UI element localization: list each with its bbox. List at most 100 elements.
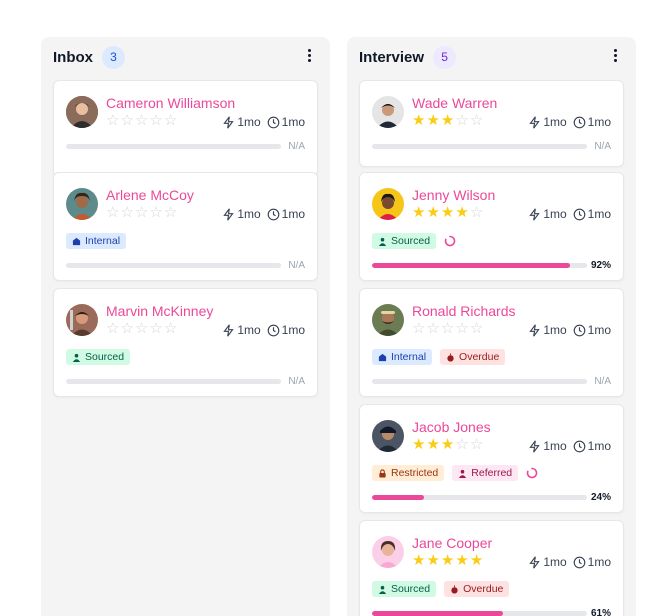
clock-icon xyxy=(573,324,586,336)
candidate-card[interactable]: Wade Warren ★★★☆☆ 1mo 1mo N/A xyxy=(359,80,624,167)
column-title: Interview xyxy=(359,48,425,66)
tag-sourced[interactable]: Sourced xyxy=(372,233,437,249)
candidate-card[interactable]: Cameron Williamson ☆☆☆☆☆ 1mo 1mo N/A xyxy=(53,80,318,177)
tag-sourced[interactable]: Sourced xyxy=(372,581,437,597)
more-options-icon[interactable] xyxy=(304,47,314,67)
avatar xyxy=(372,420,404,452)
star-rating[interactable]: ☆☆☆☆☆ xyxy=(412,321,484,337)
progress-label: N/A xyxy=(288,141,305,152)
star-icon[interactable]: ☆ xyxy=(149,204,163,221)
candidate-card[interactable]: Marvin McKinney ☆☆☆☆☆ 1mo 1mo Sourced N/… xyxy=(53,288,318,397)
star-icon[interactable]: ☆ xyxy=(135,320,149,337)
card-meta: 1mo 1mo xyxy=(222,115,305,129)
progress-fill xyxy=(372,495,424,500)
candidate-card[interactable]: Jenny Wilson ★★★★☆ 1mo 1mo Sourced 92% xyxy=(359,172,624,281)
star-icon[interactable]: ☆ xyxy=(149,320,163,337)
star-icon[interactable]: ★ xyxy=(455,552,469,569)
star-icon[interactable]: ☆ xyxy=(135,112,149,129)
candidate-card[interactable]: Arlene McCoy ☆☆☆☆☆ 1mo 1mo Internal N/A xyxy=(53,172,318,281)
person-icon xyxy=(378,585,387,594)
lock-icon xyxy=(379,468,386,478)
star-rating[interactable]: ☆☆☆☆☆ xyxy=(106,113,178,129)
card-meta: 1mo 1mo xyxy=(528,207,611,221)
column-interview: Interview 5 Wade Warren ★★★☆☆ 1mo 1mo N/… xyxy=(347,37,636,616)
star-icon[interactable]: ☆ xyxy=(455,112,469,129)
tag-restricted[interactable]: Restricted xyxy=(372,465,445,481)
more-options-icon[interactable] xyxy=(610,47,620,67)
candidate-name[interactable]: Jenny Wilson xyxy=(412,187,495,203)
clock-icon xyxy=(267,324,280,336)
candidate-name[interactable]: Cameron Williamson xyxy=(106,95,235,111)
star-icon[interactable]: ★ xyxy=(412,204,426,221)
star-icon[interactable]: ☆ xyxy=(412,320,426,337)
star-rating[interactable]: ★★★☆☆ xyxy=(412,437,484,453)
star-icon[interactable]: ☆ xyxy=(470,204,484,221)
tag-referred[interactable]: Referred xyxy=(452,465,519,481)
tag-sourced[interactable]: Sourced xyxy=(66,349,131,365)
star-icon[interactable]: ★ xyxy=(470,552,484,569)
tag-overdue[interactable]: Overdue xyxy=(440,349,506,365)
star-icon[interactable]: ★ xyxy=(455,204,469,221)
star-icon[interactable]: ☆ xyxy=(106,320,120,337)
star-icon[interactable]: ★ xyxy=(412,436,426,453)
star-icon[interactable]: ★ xyxy=(426,552,440,569)
clock-icon xyxy=(573,556,586,568)
star-icon[interactable]: ☆ xyxy=(120,320,134,337)
star-rating[interactable]: ★★★★☆ xyxy=(412,205,484,221)
star-rating[interactable]: ☆☆☆☆☆ xyxy=(106,321,178,337)
star-icon[interactable]: ★ xyxy=(426,436,440,453)
candidate-name[interactable]: Arlene McCoy xyxy=(106,187,194,203)
star-icon[interactable]: ☆ xyxy=(441,320,455,337)
star-icon[interactable]: ★ xyxy=(441,112,455,129)
star-icon[interactable]: ★ xyxy=(441,204,455,221)
candidate-name[interactable]: Jacob Jones xyxy=(412,419,491,435)
star-rating[interactable]: ★★★★★ xyxy=(412,553,484,569)
age: 1mo xyxy=(573,555,611,569)
star-icon[interactable]: ☆ xyxy=(164,320,178,337)
star-icon[interactable]: ☆ xyxy=(164,204,178,221)
star-icon[interactable]: ☆ xyxy=(106,112,120,129)
tag-internal[interactable]: Internal xyxy=(66,233,127,249)
column-title: Inbox xyxy=(53,48,93,66)
star-icon[interactable]: ☆ xyxy=(426,320,440,337)
loading-spinner-icon xyxy=(526,467,538,479)
candidate-card[interactable]: Jane Cooper ★★★★★ 1mo 1mo Sourced Overdu… xyxy=(359,520,624,616)
candidate-card[interactable]: Jacob Jones ★★★☆☆ 1mo 1mo Restricted Ref… xyxy=(359,404,624,513)
star-rating[interactable]: ☆☆☆☆☆ xyxy=(106,205,178,221)
progress-fill xyxy=(372,611,504,616)
progress-bar xyxy=(372,379,587,384)
star-icon[interactable]: ☆ xyxy=(120,112,134,129)
candidate-name[interactable]: Ronald Richards xyxy=(412,303,516,319)
star-icon[interactable]: ☆ xyxy=(470,320,484,337)
activity: 1mo xyxy=(528,439,567,453)
progress-bar xyxy=(66,144,281,149)
star-icon[interactable]: ☆ xyxy=(470,112,484,129)
star-icon[interactable]: ☆ xyxy=(455,436,469,453)
star-icon[interactable]: ★ xyxy=(441,552,455,569)
star-icon[interactable]: ☆ xyxy=(455,320,469,337)
star-icon[interactable]: ☆ xyxy=(149,112,163,129)
progress-bar xyxy=(372,611,587,616)
star-icon[interactable]: ★ xyxy=(441,436,455,453)
star-icon[interactable]: ☆ xyxy=(470,436,484,453)
star-icon[interactable]: ☆ xyxy=(106,204,120,221)
tag-internal[interactable]: Internal xyxy=(372,349,433,365)
candidate-name[interactable]: Jane Cooper xyxy=(412,535,492,551)
candidate-name[interactable]: Wade Warren xyxy=(412,95,497,111)
tag-overdue[interactable]: Overdue xyxy=(444,581,510,597)
age: 1mo xyxy=(267,323,305,337)
age: 1mo xyxy=(573,439,611,453)
star-icon[interactable]: ☆ xyxy=(120,204,134,221)
star-icon[interactable]: ☆ xyxy=(164,112,178,129)
candidate-card[interactable]: Ronald Richards ☆☆☆☆☆ 1mo 1mo Internal O… xyxy=(359,288,624,397)
lightning-icon xyxy=(223,115,235,129)
star-icon[interactable]: ★ xyxy=(426,112,440,129)
star-rating[interactable]: ★★★☆☆ xyxy=(412,113,484,129)
star-icon[interactable]: ☆ xyxy=(135,204,149,221)
star-icon[interactable]: ★ xyxy=(412,112,426,129)
candidate-name[interactable]: Marvin McKinney xyxy=(106,303,213,319)
age: 1mo xyxy=(267,115,305,129)
star-icon[interactable]: ★ xyxy=(412,552,426,569)
star-icon[interactable]: ★ xyxy=(426,204,440,221)
lightning-icon xyxy=(529,323,541,337)
